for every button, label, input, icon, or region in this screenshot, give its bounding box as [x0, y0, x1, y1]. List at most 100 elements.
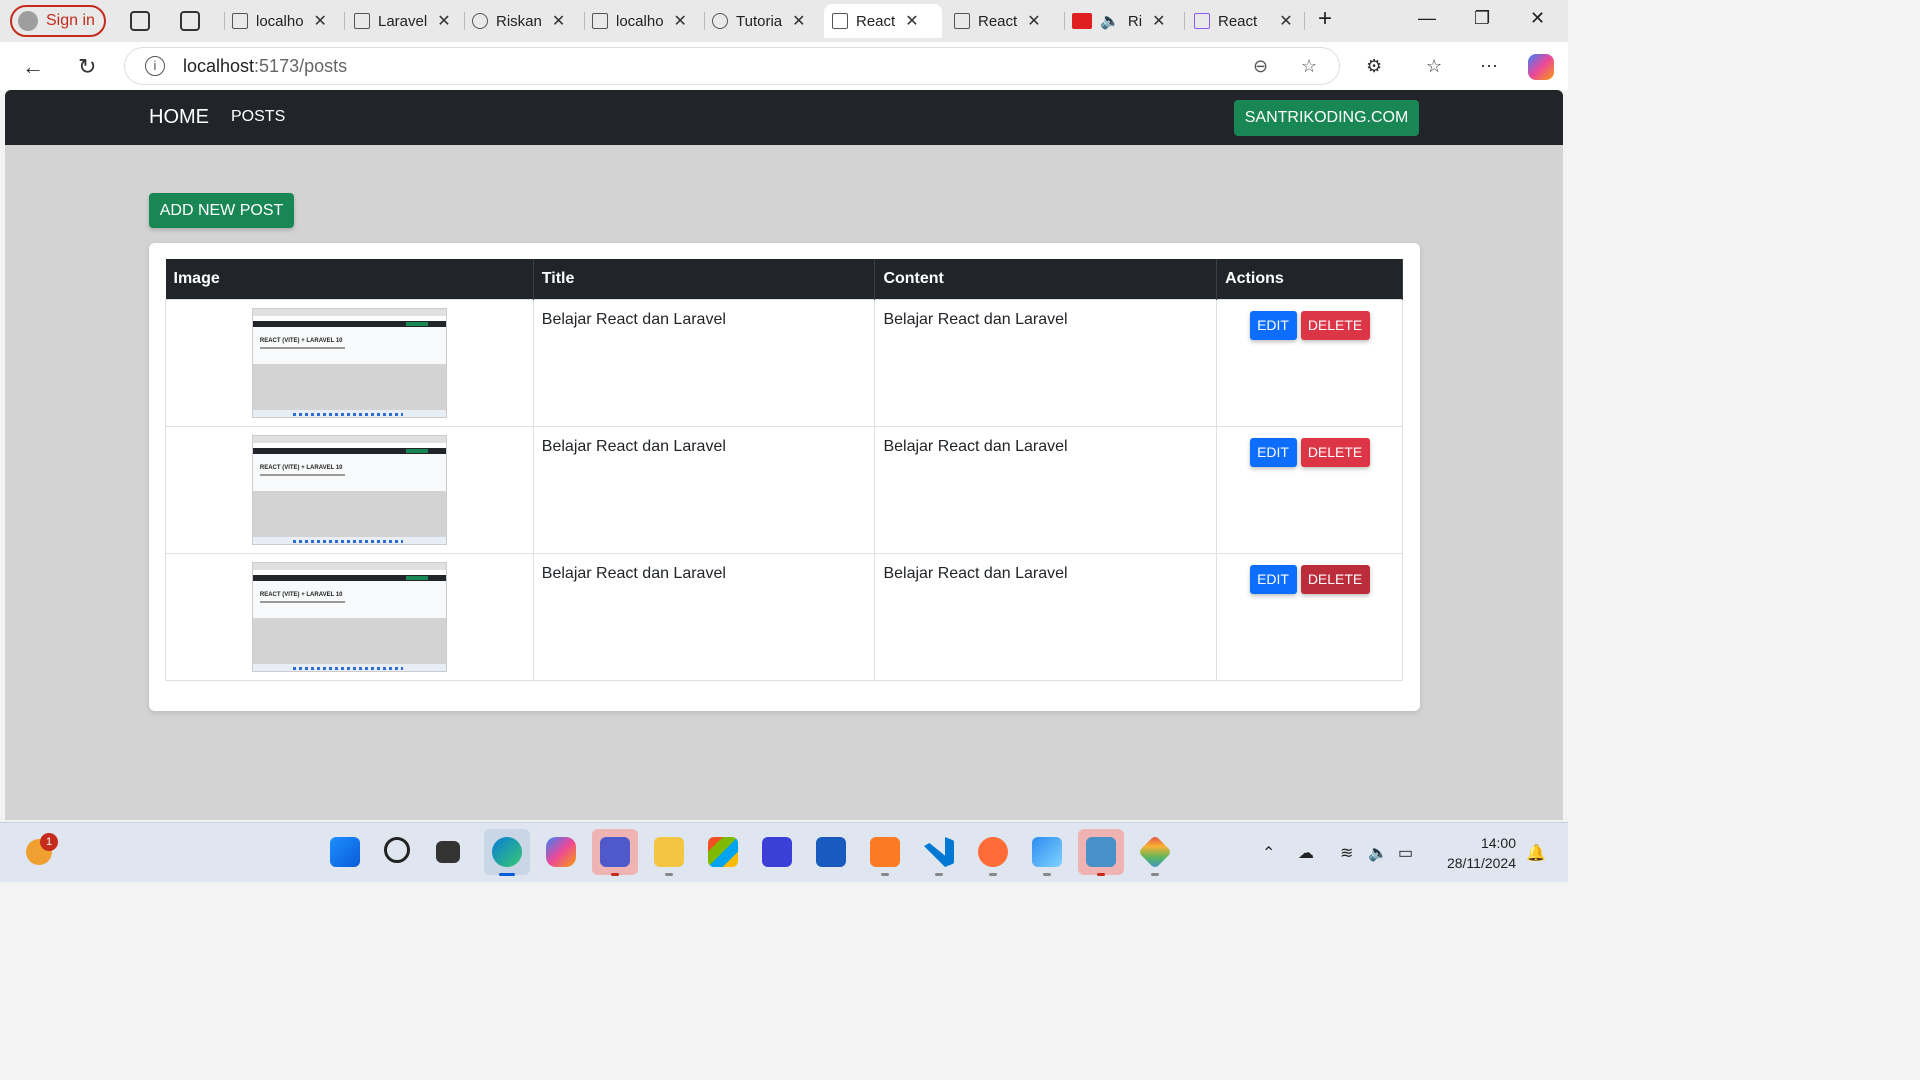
vscode-icon[interactable] — [924, 837, 954, 867]
delete-button[interactable]: DELETE — [1300, 564, 1370, 594]
close-tab-icon[interactable]: ✕ — [1279, 11, 1292, 31]
tab-separator — [224, 12, 225, 30]
address-bar-row: ← ↻ i localhost:5173/posts ⊖ ☆ ⚙ ☆ ⋯ — [0, 42, 1568, 90]
chevron-up-icon[interactable]: ⌃ — [1262, 843, 1275, 863]
favorites-icon[interactable]: ☆ — [1426, 56, 1442, 77]
edge-running-indicator — [499, 873, 515, 876]
close-tab-icon[interactable]: ✕ — [674, 11, 687, 31]
tab-8[interactable]: 🔈 Ri ✕ — [1072, 4, 1166, 38]
close-tab-icon[interactable]: ✕ — [905, 11, 918, 31]
tab-9[interactable]: React ✕ — [1194, 4, 1293, 38]
tab-label: React — [978, 12, 1018, 30]
minimize-icon[interactable]: — — [1418, 8, 1436, 29]
close-tab-icon[interactable]: ✕ — [1152, 11, 1165, 31]
restore-icon[interactable]: ❐ — [1474, 8, 1490, 29]
file-explorer-icon[interactable] — [654, 837, 684, 867]
tab-actions-icon[interactable] — [180, 11, 200, 31]
tab-label: Ri — [1127, 12, 1143, 30]
zoom-icon[interactable]: ⊖ — [1253, 56, 1268, 77]
tab-label: React — [1218, 12, 1258, 30]
vite-icon — [1194, 13, 1210, 29]
close-tab-icon[interactable]: ✕ — [1027, 11, 1040, 31]
tab-label: localho — [256, 12, 304, 30]
close-tab-icon[interactable]: ✕ — [792, 11, 805, 31]
extensions-icon[interactable]: ⚙ — [1366, 56, 1382, 77]
navbar-brand[interactable]: HOME — [149, 106, 209, 129]
close-tab-icon[interactable]: ✕ — [314, 11, 327, 31]
task-view-icon[interactable] — [436, 841, 460, 863]
postman-icon[interactable] — [978, 837, 1008, 867]
url-host: localhost — [183, 55, 255, 76]
table-row: REACT (VITE) + LARAVEL 10 Belajar React … — [165, 298, 1403, 427]
workspaces-icon[interactable] — [130, 11, 150, 31]
search-icon[interactable] — [384, 837, 410, 863]
start-icon[interactable] — [330, 837, 360, 867]
running-indicator — [665, 873, 673, 876]
back-arrow-icon[interactable]: ← — [22, 54, 44, 80]
url-field[interactable]: i localhost:5173/posts ⊖ ☆ — [124, 47, 1340, 85]
edit-button[interactable]: EDIT — [1249, 564, 1297, 594]
close-tab-icon[interactable]: ✕ — [552, 11, 565, 31]
tab-4[interactable]: localho ✕ — [592, 4, 687, 38]
nav-link-posts[interactable]: POSTS — [231, 108, 285, 126]
tab-separator — [584, 12, 585, 30]
copilot-icon[interactable] — [546, 837, 576, 867]
tab-3[interactable]: Riskan ✕ — [472, 4, 565, 38]
tab-separator — [464, 12, 465, 30]
tab-2[interactable]: Laravel ✕ — [354, 4, 451, 38]
site-info-icon[interactable]: i — [145, 56, 165, 76]
onedrive-icon[interactable]: ☁ — [1298, 843, 1314, 863]
speaker-icon[interactable]: 🔈 — [1100, 11, 1120, 31]
content-cell: Belajar React dan Laravel — [874, 298, 1218, 427]
wifi-icon[interactable]: ≋ — [1340, 843, 1353, 863]
tab-separator — [344, 12, 345, 30]
clock-date: 28/11/2024 — [1446, 855, 1516, 871]
store-icon[interactable] — [708, 837, 738, 867]
tab-5[interactable]: Tutoria ✕ — [712, 4, 806, 38]
copilot-icon[interactable] — [1528, 54, 1554, 80]
sign-in-label: Sign in — [46, 12, 95, 29]
tab-1[interactable]: localho ✕ — [232, 4, 327, 38]
delete-button[interactable]: DELETE — [1300, 437, 1370, 467]
close-window-icon[interactable]: ✕ — [1530, 8, 1545, 29]
table-header-row: Image Title Content Actions — [165, 259, 1403, 299]
volume-icon[interactable]: 🔈 — [1368, 843, 1388, 863]
tab-7[interactable]: React ✕ — [954, 4, 1041, 38]
favorite-star-icon[interactable]: ☆ — [1301, 56, 1317, 77]
sign-in-button[interactable]: Sign in — [10, 5, 106, 37]
tab-separator — [1184, 12, 1185, 30]
new-tab-button[interactable]: + — [1318, 5, 1332, 33]
edit-button[interactable]: EDIT — [1249, 310, 1297, 340]
clock-time: 14:00 — [1480, 835, 1516, 851]
photos-icon[interactable] — [1032, 837, 1062, 867]
actions-cell: EDIT DELETE — [1216, 425, 1403, 554]
running-indicator — [881, 873, 889, 876]
santrikoding-button[interactable]: SANTRIKODING.COM — [1234, 100, 1419, 136]
refresh-icon[interactable]: ↻ — [78, 54, 96, 80]
teams-icon[interactable] — [600, 837, 630, 867]
add-new-post-button[interactable]: ADD NEW POST — [149, 193, 294, 228]
page-icon — [832, 13, 848, 29]
edit-button[interactable]: EDIT — [1249, 437, 1297, 467]
more-options-icon[interactable]: ⋯ — [1480, 56, 1498, 77]
notification-bell-icon[interactable]: 🔔 — [1526, 843, 1546, 863]
thumbnail-title: REACT (VITE) + LARAVEL 10 — [259, 591, 343, 598]
app-icon[interactable] — [762, 837, 792, 867]
clock[interactable]: 14:00 28/11/2024 — [1430, 833, 1516, 873]
column-header-image: Image — [165, 259, 534, 299]
image-cell: REACT (VITE) + LARAVEL 10 — [165, 298, 534, 427]
phpmyadmin-icon — [232, 13, 248, 29]
word-icon[interactable] — [816, 837, 846, 867]
remote-desktop-icon[interactable] — [1086, 837, 1116, 867]
github-icon — [472, 13, 488, 29]
delete-button[interactable]: DELETE — [1300, 310, 1370, 340]
tab-label: localho — [616, 12, 664, 30]
thumbnail-title: REACT (VITE) + LARAVEL 10 — [259, 464, 343, 471]
close-tab-icon[interactable]: ✕ — [437, 11, 450, 31]
edge-icon[interactable] — [492, 837, 522, 867]
tab-separator — [1304, 12, 1305, 30]
battery-icon[interactable]: ▭ — [1398, 843, 1413, 863]
xampp-icon[interactable] — [870, 837, 900, 867]
git-icon[interactable] — [1138, 835, 1172, 869]
tab-6-active[interactable]: React ✕ — [824, 4, 942, 38]
